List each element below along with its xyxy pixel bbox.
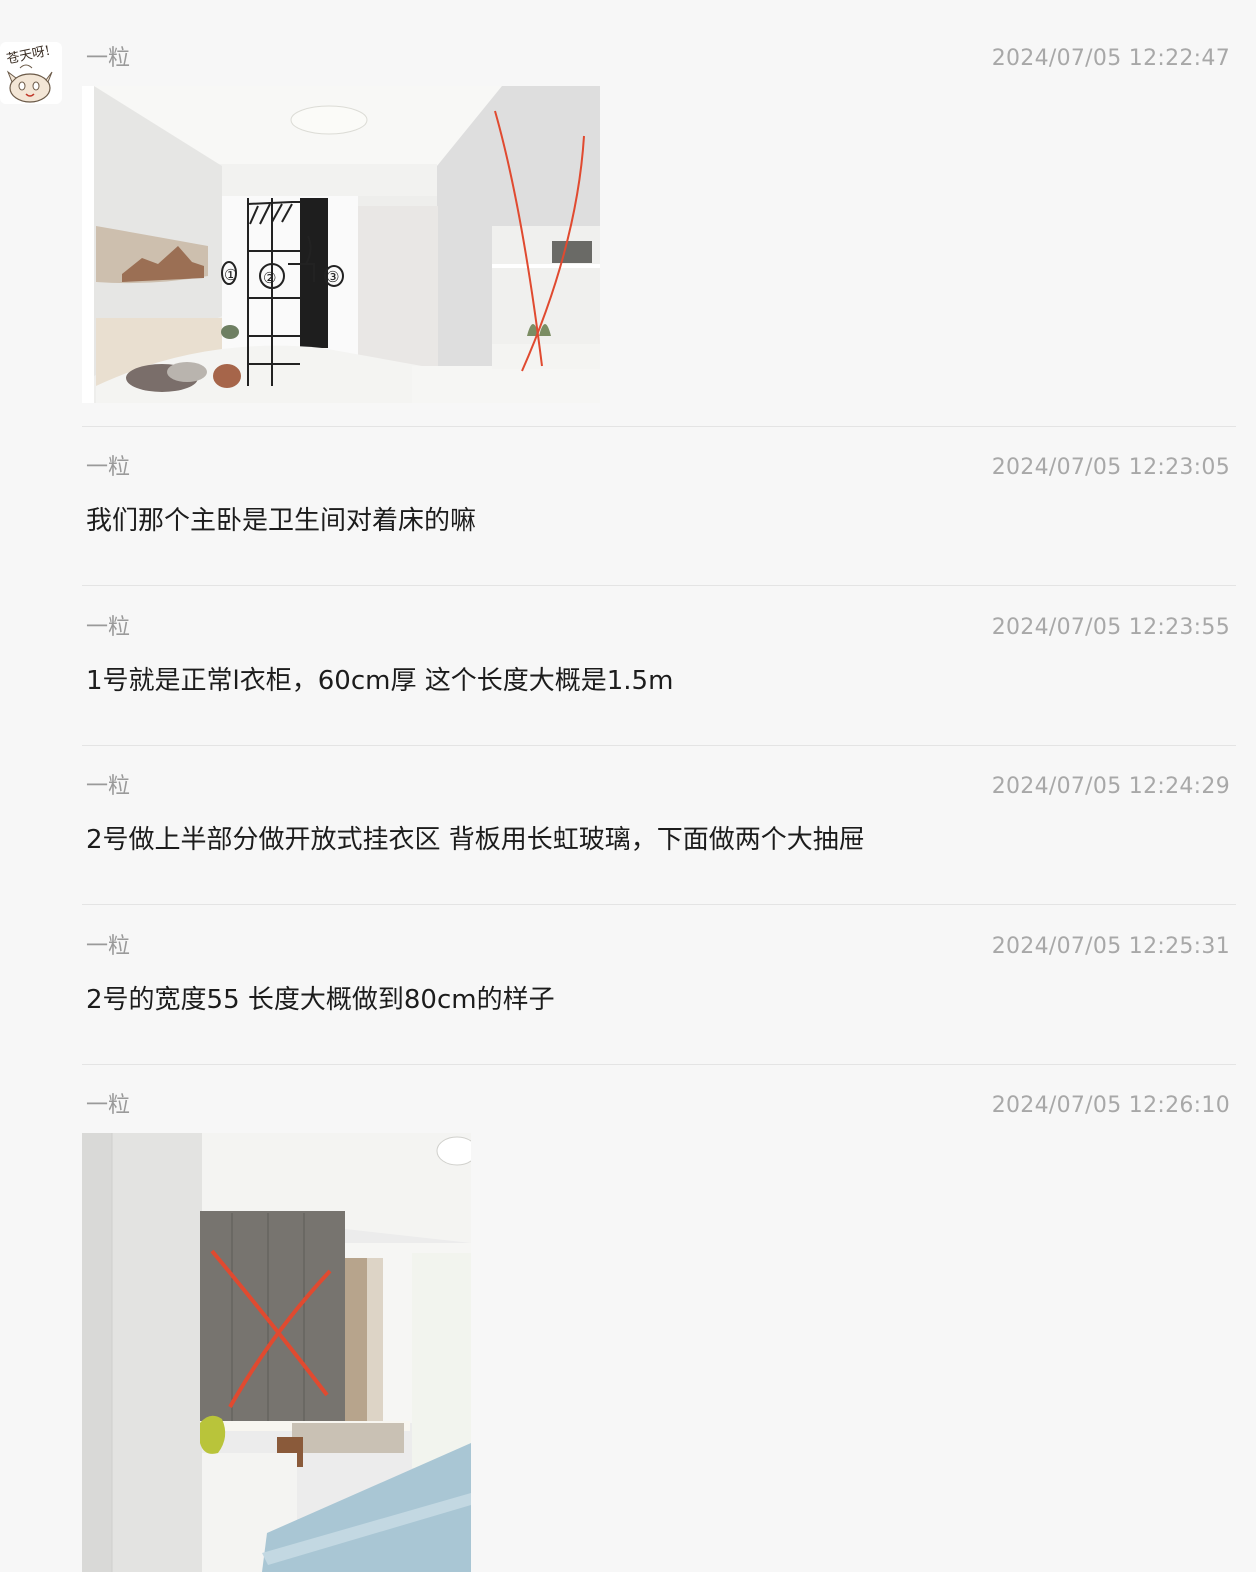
- sender-name: 一粒: [86, 455, 131, 480]
- bedroom-render-image: ① ② ③: [82, 86, 600, 403]
- message-timestamp: 2024/07/05 12:24:29: [991, 774, 1230, 799]
- message-timestamp: 2024/07/05 12:23:55: [991, 615, 1230, 640]
- message-timestamp: 2024/07/05 12:23:05: [991, 455, 1230, 480]
- sender-name: 一粒: [86, 615, 131, 640]
- message-text: 2号的宽度55 长度大概做到80cm的样子: [86, 985, 555, 1015]
- sketch-label-1: ①: [224, 266, 237, 284]
- message-item: 一粒 2024/07/05 12:23:05 我们那个主卧是卫生间对着床的嘛: [82, 451, 1236, 586]
- sender-name: 一粒: [86, 46, 131, 71]
- message-timestamp: 2024/07/05 12:22:47: [991, 46, 1230, 71]
- message-item: 一粒 2024/07/05 12:26:10: [82, 1089, 1236, 1572]
- sender-name: 一粒: [86, 934, 131, 959]
- message-separator: [82, 426, 1236, 427]
- message-item: 一粒 2024/07/05 12:24:29 2号做上半部分做开放式挂衣区 背板…: [82, 770, 1236, 905]
- message-text: 我们那个主卧是卫生间对着床的嘛: [86, 506, 477, 536]
- sender-name: 一粒: [86, 1093, 131, 1118]
- message-item: 一粒 2024/07/05 12:23:55 1号就是正常l衣柜，60cm厚 这…: [82, 611, 1236, 746]
- message-text: 2号做上半部分做开放式挂衣区 背板用长虹玻璃，下面做两个大抽屉: [86, 825, 865, 855]
- message-item: 一粒 2024/07/05 12:25:31 2号的宽度55 长度大概做到80c…: [82, 930, 1236, 1065]
- message-timestamp: 2024/07/05 12:26:10: [991, 1093, 1230, 1118]
- message-item: 一粒 2024/07/05 12:22:47 ① ② ③: [82, 42, 1236, 427]
- sender-name: 一粒: [86, 774, 131, 799]
- message-separator: [82, 904, 1236, 905]
- message-timestamp: 2024/07/05 12:25:31: [991, 934, 1230, 959]
- message-separator: [82, 585, 1236, 586]
- image-bedroom-photo[interactable]: [82, 1133, 471, 1572]
- message-text: 1号就是正常l衣柜，60cm厚 这个长度大概是1.5m: [86, 666, 674, 696]
- chat-history: 苍天呀! 一粒 2024/07/05 12:22:47 ① ② ③ 一粒 202…: [0, 0, 1256, 1572]
- avatar[interactable]: 苍天呀!: [0, 42, 62, 104]
- message-separator: [82, 745, 1236, 746]
- message-separator: [82, 1064, 1236, 1065]
- sketch-label-2: ②: [263, 269, 276, 287]
- image-bedroom-render[interactable]: ① ② ③: [82, 86, 600, 403]
- bedroom-photo-image: [82, 1133, 471, 1572]
- sketch-label-3: ③: [326, 268, 339, 286]
